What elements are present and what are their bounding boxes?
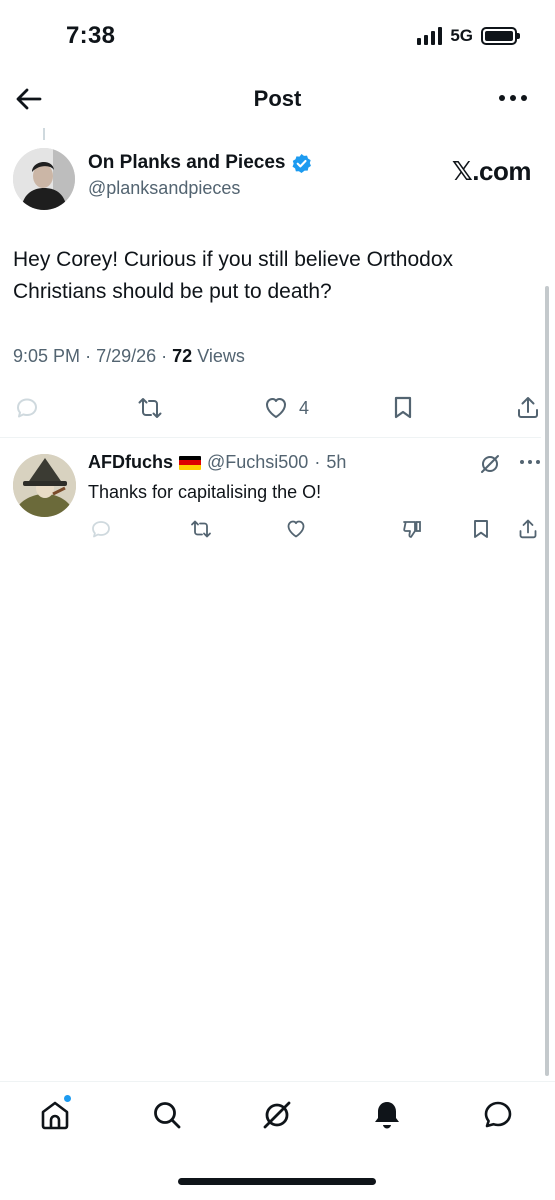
post-date: 7/29/26	[96, 346, 157, 366]
more-icon[interactable]	[497, 86, 529, 110]
author-names: On Planks and Pieces @planksandpieces	[88, 152, 312, 199]
brand-watermark: 𝕏.com	[451, 156, 532, 186]
avatar[interactable]	[13, 148, 75, 210]
bookmark-button[interactable]	[390, 394, 416, 422]
status-bar: 7:38 5G	[0, 0, 555, 72]
retweet-icon	[138, 398, 162, 418]
downvote-icon	[403, 521, 421, 538]
network-type: 5G	[450, 26, 473, 45]
tab-notifications[interactable]	[370, 1098, 404, 1132]
reply-text: Thanks for capitalising the O!	[88, 482, 322, 502]
reply-time: 5h	[326, 452, 347, 472]
reply-action-bar	[13, 518, 541, 544]
like-count: 4	[299, 397, 310, 418]
notification-dot	[63, 1094, 72, 1103]
tabbar-divider	[0, 1081, 555, 1082]
home-indicator[interactable]	[178, 1178, 376, 1185]
germany-flag-icon	[179, 455, 201, 470]
author-handle[interactable]: @planksandpieces	[88, 178, 312, 199]
meta-separator: ·	[161, 346, 173, 366]
reply-share-button[interactable]	[517, 518, 539, 540]
page-title: Post	[253, 86, 302, 111]
grok-icon	[263, 1101, 291, 1129]
reply-header: AFDfuchs @Fuchsi500 · 5h	[88, 452, 346, 473]
share-button[interactable]	[515, 394, 541, 422]
bookmark-icon	[394, 396, 412, 419]
messages-icon	[484, 1101, 512, 1128]
scrollbar[interactable]	[545, 286, 549, 1076]
reply-icon	[17, 398, 37, 418]
share-icon	[518, 397, 538, 418]
status-time: 7:38	[66, 22, 116, 49]
reply-avatar-image	[13, 454, 76, 517]
post-meta: 9:05 PM · 7/29/26 · 72 Views	[13, 346, 245, 367]
author-name-line: On Planks and Pieces	[88, 152, 312, 174]
reply-author-handle[interactable]: @Fuchsi500	[207, 452, 308, 473]
reply-item[interactable]: AFDfuchs @Fuchsi500 · 5h Thanks for capi…	[13, 450, 541, 550]
bookmark-icon	[474, 520, 488, 538]
post-action-bar: 4	[0, 390, 555, 426]
like-button[interactable]: 4	[263, 394, 309, 422]
reply-icon	[92, 521, 110, 538]
reply-author-name[interactable]: AFDfuchs	[88, 452, 173, 473]
signal-icon	[417, 27, 443, 45]
divider	[0, 437, 541, 438]
avatar[interactable]	[13, 454, 76, 517]
battery-icon	[481, 27, 520, 45]
reply-button[interactable]	[14, 394, 40, 422]
tab-home[interactable]	[38, 1094, 72, 1132]
post-author: On Planks and Pieces @planksandpieces 𝕏.…	[13, 148, 535, 212]
bottom-tab-bar	[0, 1094, 555, 1142]
battery-fill	[485, 31, 513, 41]
like-icon	[287, 520, 305, 538]
tab-search[interactable]	[150, 1098, 184, 1132]
thread-line	[43, 128, 45, 140]
search-icon	[154, 1102, 181, 1129]
more-icon[interactable]	[519, 454, 541, 470]
post-text: Hey Corey! Curious if you still believe …	[13, 248, 454, 303]
top-nav: Post	[0, 76, 555, 122]
home-icon	[41, 1101, 69, 1130]
reply-like-button[interactable]	[285, 518, 307, 540]
author-name[interactable]: On Planks and Pieces	[88, 152, 285, 174]
reply-bookmark-button[interactable]	[470, 518, 492, 540]
tab-grok[interactable]	[260, 1098, 294, 1132]
verified-badge-icon	[293, 153, 312, 173]
retweet-button[interactable]	[137, 394, 163, 422]
views-count: 72	[172, 346, 193, 366]
views-label: Views	[197, 346, 245, 366]
reply-retweet-button[interactable]	[190, 518, 212, 540]
post-time: 9:05 PM	[13, 346, 81, 366]
share-icon	[519, 519, 537, 539]
meta-separator: ·	[85, 346, 97, 366]
like-icon	[266, 398, 286, 418]
meta-separator: ·	[314, 452, 321, 472]
grok-icon[interactable]	[479, 453, 501, 475]
reply-reply-button[interactable]	[90, 518, 112, 540]
avatar-photo	[13, 148, 75, 210]
status-indicators: 5G	[417, 26, 520, 46]
tab-messages[interactable]	[481, 1098, 515, 1132]
retweet-icon	[191, 520, 211, 538]
reply-downvote-button[interactable]	[401, 518, 423, 540]
notifications-icon	[375, 1102, 399, 1129]
